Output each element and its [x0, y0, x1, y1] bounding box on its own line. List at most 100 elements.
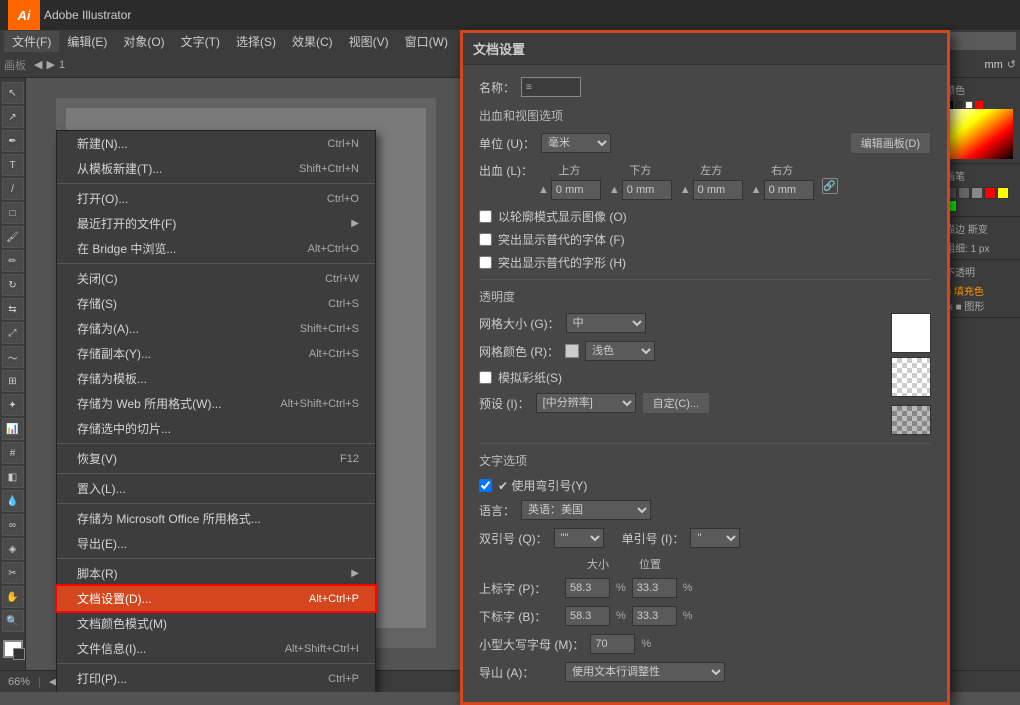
bleed-row: 出血 (L)： 上方 ▲ 下方 ▲ 左方	[479, 162, 931, 200]
tool-eyedropper[interactable]: 💧	[2, 490, 24, 512]
edit-artboard-btn[interactable]: 编辑画板(D)	[850, 132, 931, 154]
color-swatch-dark[interactable]	[955, 101, 963, 109]
menu-window[interactable]: 窗口(W)	[397, 31, 456, 52]
menu-color-mode[interactable]: 文档颜色模式(M)	[57, 611, 375, 636]
tool-column-graph[interactable]: 📊	[2, 418, 24, 440]
link-bleed-icon[interactable]: 🔗	[822, 178, 838, 194]
brush-swatch-2[interactable]	[958, 187, 970, 199]
color-swatch-white[interactable]	[965, 101, 973, 109]
tool-gradient[interactable]: ◧	[2, 466, 24, 488]
color-swatch-red[interactable]	[975, 101, 983, 109]
menu-save-template[interactable]: 存储为模板...	[57, 366, 375, 391]
text-section-title: 文字选项	[479, 452, 931, 469]
preset-select[interactable]: [中分辨率]	[536, 393, 636, 413]
bleed-label: 出血 (L)：	[479, 162, 534, 179]
brush-swatch-3[interactable]	[971, 187, 983, 199]
menu-print[interactable]: 打印(P)... Ctrl+P	[57, 666, 375, 691]
quotes-row: 双引号 (Q)： "" 单引号 (I)： ''	[479, 528, 931, 548]
nav-prev[interactable]: ◀	[34, 58, 42, 71]
menu-new[interactable]: 新建(N)... Ctrl+N	[57, 131, 375, 156]
brush-swatch-4[interactable]	[984, 187, 996, 199]
bleed-left-input[interactable]	[693, 180, 743, 200]
menu-file[interactable]: 文件(F)	[4, 31, 59, 52]
tool-zoom[interactable]: 🔍	[2, 610, 24, 632]
menu-save-ms[interactable]: 存储为 Microsoft Office 所用格式...	[57, 506, 375, 531]
single-quote-select[interactable]: ''	[690, 528, 740, 548]
bleed-right-input[interactable]	[764, 180, 814, 200]
small-caps-input[interactable]	[590, 634, 635, 654]
tool-scissors[interactable]: ✂	[2, 562, 24, 584]
menu-effect[interactable]: 效果(C)	[284, 31, 341, 52]
menu-scripts[interactable]: 脚本(R) ▶	[57, 561, 375, 586]
menu-save-as[interactable]: 存储为(A)... Shift+Ctrl+S	[57, 316, 375, 341]
tool-direct-select[interactable]: ↗	[2, 106, 24, 128]
menu-place[interactable]: 置入(L)...	[57, 476, 375, 501]
menu-select[interactable]: 选择(S)	[228, 31, 284, 52]
tool-free-transform[interactable]: ⊞	[2, 370, 24, 392]
menu-save-slices[interactable]: 存储选中的切片...	[57, 416, 375, 441]
menu-open[interactable]: 打开(O)... Ctrl+O	[57, 186, 375, 211]
rotate-icon[interactable]: ↺	[1007, 58, 1016, 71]
double-quote-select[interactable]: ""	[554, 528, 604, 548]
check-outline[interactable]	[479, 210, 492, 223]
check-font[interactable]	[479, 233, 492, 246]
check-glyph[interactable]	[479, 256, 492, 269]
status-sep-1: |	[38, 676, 41, 688]
menu-new-from-template[interactable]: 从模板新建(T)... Shift+Ctrl+N	[57, 156, 375, 181]
menu-save-copy[interactable]: 存储副本(Y)... Alt+Ctrl+S	[57, 341, 375, 366]
superscript-row: 上标字 (P)： % %	[479, 578, 931, 598]
menu-close[interactable]: 关闭(C) Ctrl+W	[57, 266, 375, 291]
doc-settings-body: 名称： ≡ 出血和视图选项 单位 (U)： 毫米 编辑画板(D) 出血 (L)：…	[463, 65, 947, 702]
tool-line[interactable]: /	[2, 178, 24, 200]
simulate-paper-check[interactable]	[479, 371, 492, 384]
menu-revert[interactable]: 恢复(V) F12	[57, 446, 375, 471]
menu-edit[interactable]: 编辑(E)	[59, 31, 115, 52]
menu-doc-settings[interactable]: 文档设置(D)... Alt+Ctrl+P	[57, 586, 375, 611]
tool-reflect[interactable]: ⇆	[2, 298, 24, 320]
tool-rect[interactable]: □	[2, 202, 24, 224]
language-label: 语言：	[479, 502, 515, 519]
superscript-pos-input[interactable]	[632, 578, 677, 598]
nav-next[interactable]: ▶	[46, 58, 54, 71]
tool-text[interactable]: T	[2, 154, 24, 176]
menu-save[interactable]: 存储(S) Ctrl+S	[57, 291, 375, 316]
menu-object[interactable]: 对象(O)	[115, 31, 172, 52]
tool-pen[interactable]: ✒	[2, 130, 24, 152]
tool-scale[interactable]: ⤢	[2, 322, 24, 344]
brush-swatch-5[interactable]	[997, 187, 1009, 199]
tool-mesh[interactable]: #	[2, 442, 24, 464]
guide-select[interactable]: 使用文本行调整性	[565, 662, 725, 682]
tool-hand[interactable]: ✋	[2, 586, 24, 608]
custom-btn[interactable]: 自定(C)...	[642, 392, 710, 414]
bleed-top-input[interactable]	[551, 180, 601, 200]
color-gradient[interactable]	[945, 109, 1013, 159]
bleed-section-title: 出血和视图选项	[479, 107, 931, 124]
menu-recent[interactable]: 最近打开的文件(F) ▶	[57, 211, 375, 236]
grid-size-label: 网格大小 (G)：	[479, 315, 560, 332]
tool-pencil[interactable]: ✏	[2, 250, 24, 272]
grid-color-select[interactable]: 浅色	[585, 341, 655, 361]
superscript-size-input[interactable]	[565, 578, 610, 598]
subscript-pos-input[interactable]	[632, 606, 677, 626]
tool-live-paint[interactable]: ◈	[2, 538, 24, 560]
tool-rotate[interactable]: ↻	[2, 274, 24, 296]
use-quotes-check[interactable]	[479, 479, 492, 492]
menu-save-web[interactable]: 存储为 Web 所用格式(W)... Alt+Shift+Ctrl+S	[57, 391, 375, 416]
menu-view[interactable]: 视图(V)	[341, 31, 397, 52]
bleed-bottom-input[interactable]	[622, 180, 672, 200]
tool-warp[interactable]: 〜	[2, 346, 24, 368]
fill-stroke[interactable]	[3, 640, 23, 658]
tool-blend[interactable]: ∞	[2, 514, 24, 536]
tool-symbol[interactable]: ✦	[2, 394, 24, 416]
tool-paintbrush[interactable]: 🖌	[2, 226, 24, 248]
language-select[interactable]: 英语：美国	[521, 500, 651, 520]
subscript-size-input[interactable]	[565, 606, 610, 626]
grid-size-select[interactable]: 中	[566, 313, 646, 333]
menu-text[interactable]: 文字(T)	[173, 31, 228, 52]
menu-file-info[interactable]: 文件信息(I)... Alt+Shift+Ctrl+I	[57, 636, 375, 661]
appearance-value: ■ 填充色	[945, 283, 1016, 298]
menu-export[interactable]: 导出(E)...	[57, 531, 375, 556]
unit-select[interactable]: 毫米	[541, 133, 611, 153]
tool-select[interactable]: ↖	[2, 82, 24, 104]
menu-bridge[interactable]: 在 Bridge 中浏览... Alt+Ctrl+O	[57, 236, 375, 261]
